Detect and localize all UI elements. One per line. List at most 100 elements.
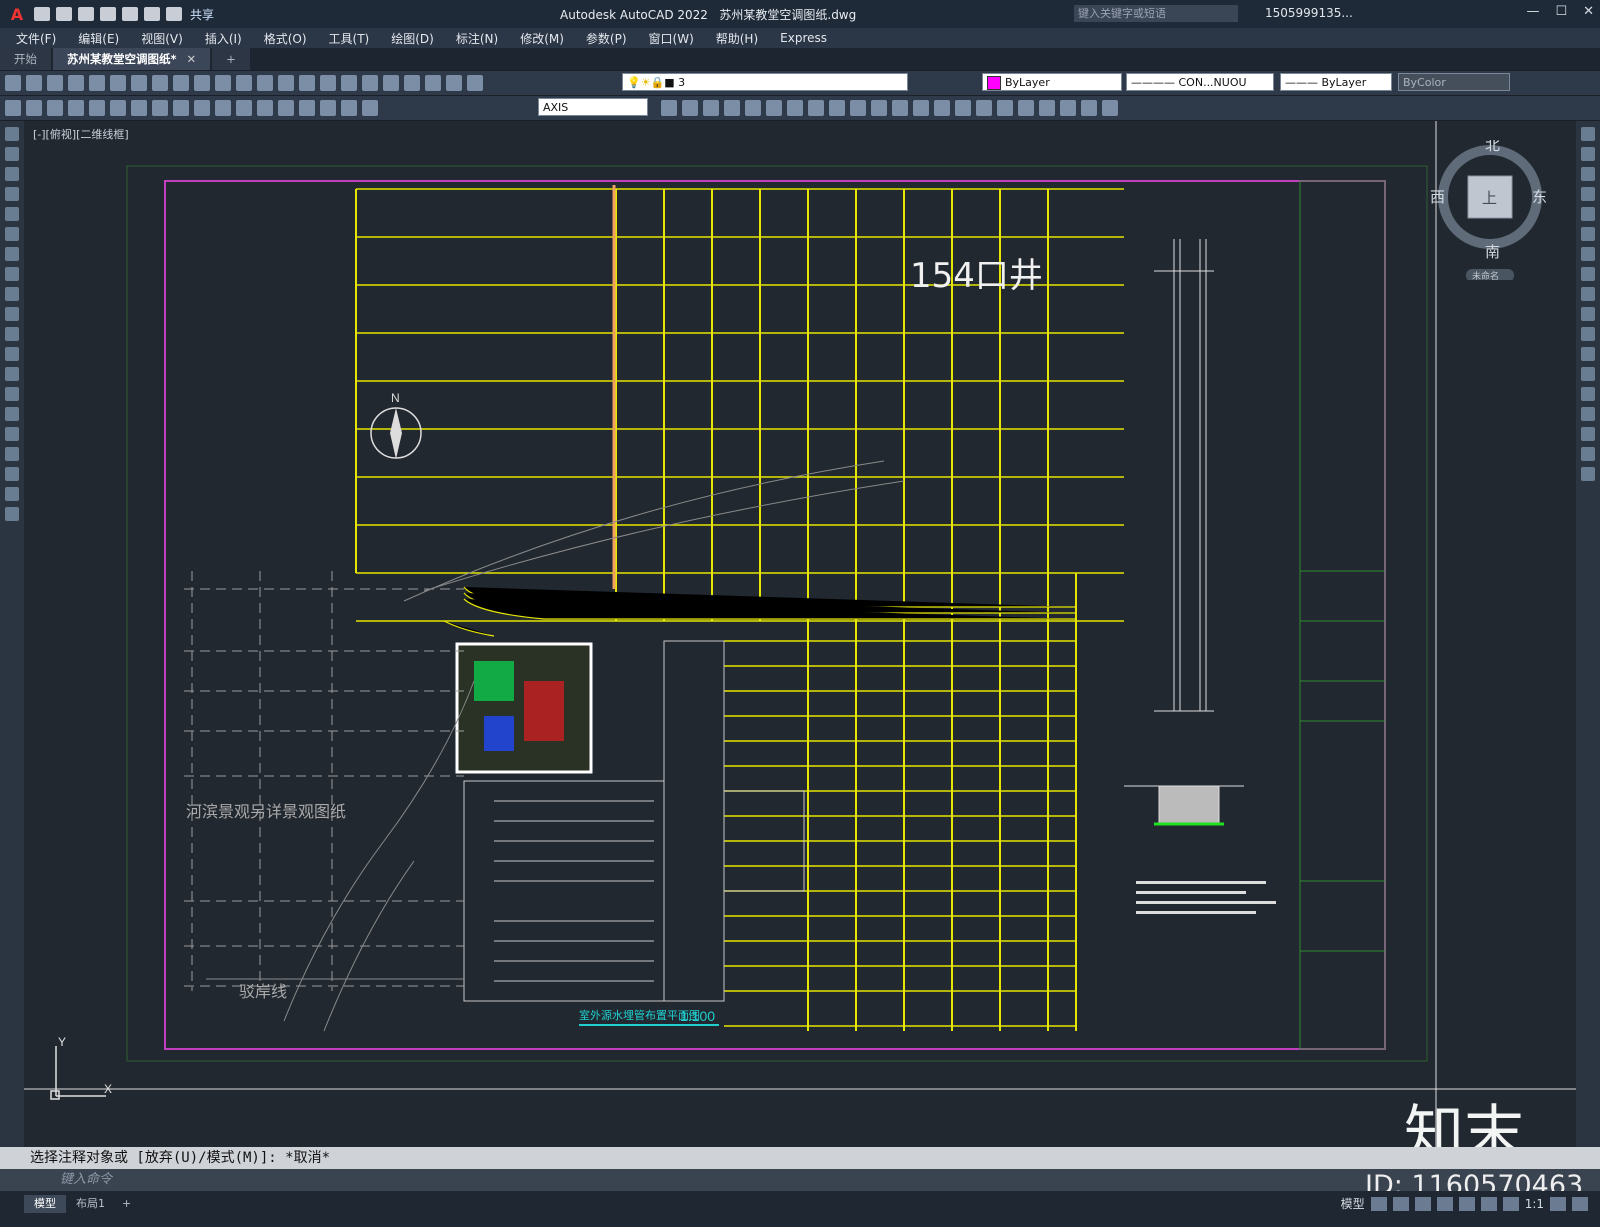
tab-layout1[interactable]: 布局1 bbox=[66, 1195, 115, 1213]
close-icon[interactable]: ✕ bbox=[1583, 4, 1594, 19]
new-tab-button[interactable]: + bbox=[212, 48, 250, 70]
compass-west[interactable]: 西 bbox=[1430, 188, 1445, 206]
diameter-dim-icon[interactable] bbox=[131, 100, 147, 116]
publish-icon[interactable] bbox=[110, 75, 126, 91]
group-icon[interactable] bbox=[1018, 100, 1034, 116]
menu-format[interactable]: 格式(O) bbox=[264, 30, 307, 47]
continue-dim-icon[interactable] bbox=[215, 100, 231, 116]
paste-icon[interactable] bbox=[173, 75, 189, 91]
layer-select[interactable]: 💡☀🔒■ 3 bbox=[622, 73, 908, 91]
print-icon[interactable] bbox=[68, 75, 84, 91]
ellipse-arc-icon[interactable] bbox=[5, 327, 19, 341]
jogged-dim-icon[interactable] bbox=[110, 100, 126, 116]
open-icon[interactable] bbox=[56, 7, 72, 21]
copy-icon[interactable] bbox=[1581, 147, 1595, 161]
tab-drawing[interactable]: 苏州某教堂空调图纸* ✕ bbox=[53, 48, 211, 70]
break-icon[interactable] bbox=[1581, 367, 1595, 381]
chamfer-icon[interactable] bbox=[934, 100, 950, 116]
add-layout-button[interactable]: + bbox=[112, 1195, 141, 1213]
offset-icon[interactable] bbox=[1581, 187, 1595, 201]
color-select[interactable]: ByLayer bbox=[982, 73, 1122, 91]
user-account[interactable]: 1505999135... bbox=[1265, 6, 1353, 20]
explode-icon[interactable] bbox=[976, 100, 992, 116]
xline-icon[interactable] bbox=[5, 147, 19, 161]
mirror-icon[interactable] bbox=[1581, 167, 1595, 181]
copy-icon[interactable] bbox=[152, 75, 168, 91]
break-point-icon[interactable] bbox=[1581, 347, 1595, 361]
properties-icon[interactable] bbox=[320, 75, 336, 91]
open-icon[interactable] bbox=[26, 75, 42, 91]
spline-icon[interactable] bbox=[5, 287, 19, 301]
dim-space-icon[interactable] bbox=[236, 100, 252, 116]
share-button[interactable]: 共享 bbox=[190, 6, 214, 23]
menu-express[interactable]: Express bbox=[780, 31, 827, 45]
explode-icon[interactable] bbox=[1581, 467, 1595, 481]
menu-insert[interactable]: 插入(I) bbox=[205, 30, 242, 47]
lineweight-select[interactable]: ——— ByLayer bbox=[1280, 73, 1392, 91]
make-block-icon[interactable] bbox=[5, 367, 19, 381]
compass-south[interactable]: 南 bbox=[1485, 243, 1500, 261]
trim-icon[interactable] bbox=[1581, 307, 1595, 321]
redo-icon[interactable] bbox=[166, 7, 182, 21]
scale-icon[interactable] bbox=[808, 100, 824, 116]
break-icon[interactable] bbox=[892, 100, 908, 116]
draworder-icon[interactable] bbox=[997, 100, 1013, 116]
menu-window[interactable]: 窗口(W) bbox=[649, 30, 694, 47]
model-space-toggle[interactable]: 模型 bbox=[1341, 1195, 1365, 1212]
gradient-icon[interactable] bbox=[5, 427, 19, 441]
stretch-icon[interactable] bbox=[829, 100, 845, 116]
workspace-gear-icon[interactable] bbox=[1550, 1196, 1566, 1211]
qnew-icon[interactable] bbox=[5, 75, 21, 91]
inspection-icon[interactable] bbox=[320, 100, 336, 116]
hatch-icon[interactable] bbox=[5, 407, 19, 421]
move-icon[interactable] bbox=[766, 100, 782, 116]
saveas-icon[interactable] bbox=[100, 7, 116, 21]
save-icon[interactable] bbox=[78, 7, 94, 21]
zoom-icon[interactable] bbox=[278, 75, 294, 91]
baseline-dim-icon[interactable] bbox=[194, 100, 210, 116]
add-selected-icon[interactable] bbox=[5, 507, 19, 521]
close-tab-icon[interactable]: ✕ bbox=[187, 52, 197, 66]
rectangle-icon[interactable] bbox=[5, 207, 19, 221]
jogged-linear-icon[interactable] bbox=[341, 100, 357, 116]
markup-icon[interactable] bbox=[404, 75, 420, 91]
dim-edit-icon[interactable] bbox=[362, 100, 378, 116]
minimize-icon[interactable]: — bbox=[1526, 4, 1539, 19]
menu-parametric[interactable]: 参数(P) bbox=[586, 30, 627, 47]
array-icon[interactable] bbox=[1581, 207, 1595, 221]
ungroup-icon[interactable] bbox=[1039, 100, 1055, 116]
undo-icon[interactable] bbox=[215, 75, 231, 91]
table-icon[interactable] bbox=[5, 467, 19, 481]
viewport-controls-label[interactable]: [-][俯视][二维线框] bbox=[33, 126, 129, 142]
command-input[interactable]: 键入命令 bbox=[0, 1169, 1600, 1191]
polar-icon[interactable] bbox=[1436, 1196, 1453, 1211]
arc-length-icon[interactable] bbox=[47, 100, 63, 116]
arc-icon[interactable] bbox=[5, 227, 19, 241]
chamfer-icon[interactable] bbox=[1581, 407, 1595, 421]
block-icon[interactable] bbox=[1060, 100, 1076, 116]
rotate-icon[interactable] bbox=[1581, 247, 1595, 261]
linear-dim-icon[interactable] bbox=[5, 100, 21, 116]
trim-icon[interactable] bbox=[850, 100, 866, 116]
menu-draw[interactable]: 绘图(D) bbox=[391, 30, 434, 47]
dimstyle-select[interactable]: AXIS bbox=[538, 98, 648, 116]
tab-start[interactable]: 开始 bbox=[0, 48, 51, 70]
ellipse-icon[interactable] bbox=[5, 307, 19, 321]
circle-icon[interactable] bbox=[5, 247, 19, 261]
move-icon[interactable] bbox=[1581, 227, 1595, 241]
matchprop-icon[interactable] bbox=[194, 75, 210, 91]
maximize-icon[interactable]: ☐ bbox=[1555, 4, 1567, 19]
customize-icon[interactable] bbox=[1572, 1196, 1588, 1211]
lineweight-icon[interactable] bbox=[1480, 1196, 1497, 1211]
plotstyle-select[interactable]: ByColor bbox=[1398, 73, 1510, 91]
tolerance-icon[interactable] bbox=[278, 100, 294, 116]
plot-icon[interactable] bbox=[122, 7, 138, 21]
osnap-icon[interactable] bbox=[1458, 1196, 1475, 1211]
calculator-icon[interactable] bbox=[425, 75, 441, 91]
gradient-icon[interactable] bbox=[1102, 100, 1118, 116]
line-icon[interactable] bbox=[5, 127, 19, 141]
undo-icon[interactable] bbox=[144, 7, 160, 21]
aligned-dim-icon[interactable] bbox=[26, 100, 42, 116]
hatch-icon[interactable] bbox=[1081, 100, 1097, 116]
viewcube-face-top[interactable]: 上 bbox=[1482, 189, 1497, 207]
